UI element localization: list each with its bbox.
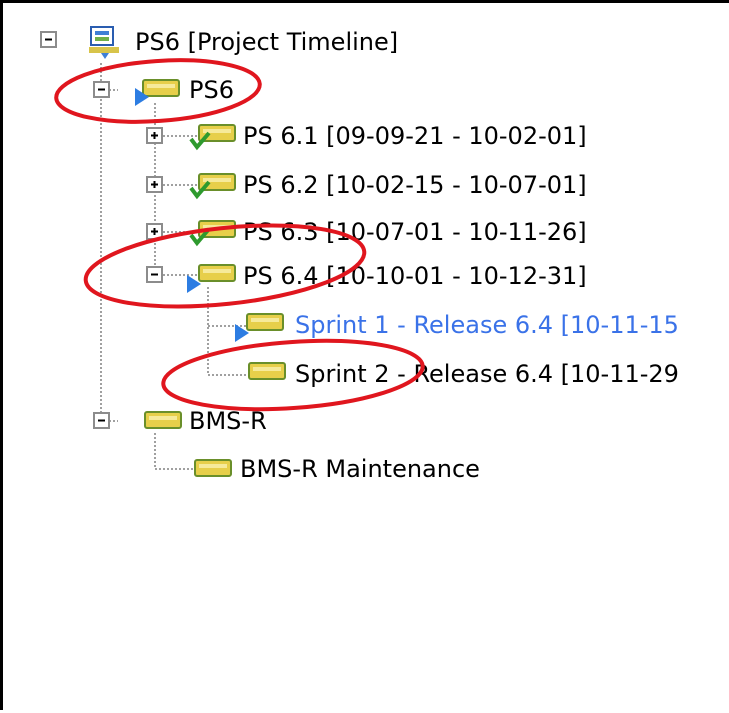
tree-item-sprint-1[interactable]: Sprint 1 - Release 6.4 [10-11-15	[295, 310, 679, 340]
tree-guide-lines	[100, 63, 251, 470]
ps62-expand-toggle[interactable]	[146, 176, 163, 193]
active-iteration-icon	[187, 264, 236, 293]
iteration-icon	[248, 362, 286, 380]
active-iteration-icon	[235, 313, 284, 342]
tree-item-ps61[interactable]: PS 6.1 [09-09-21 - 10-02-01]	[243, 121, 587, 151]
root-collapse-toggle[interactable]	[40, 31, 57, 48]
ps61-expand-toggle[interactable]	[146, 127, 163, 144]
active-iteration-icon	[135, 79, 180, 106]
iteration-icon	[144, 411, 182, 429]
ps6-collapse-toggle[interactable]	[93, 81, 110, 98]
bmsr-collapse-toggle[interactable]	[93, 412, 110, 429]
tree-item-project-timeline[interactable]: PS6 [Project Timeline]	[135, 27, 398, 57]
completed-iteration-icon	[189, 173, 236, 200]
tree-item-ps62[interactable]: PS 6.2 [10-02-15 - 10-07-01]	[243, 170, 587, 200]
completed-iteration-icon	[189, 124, 236, 151]
tree-item-ps63[interactable]: PS 6.3 [10-07-01 - 10-11-26]	[243, 217, 587, 247]
iteration-icon	[194, 459, 232, 477]
tree-item-bmsr-maintenance[interactable]: BMS-R Maintenance	[240, 454, 480, 484]
tree-item-ps6[interactable]: PS6	[189, 75, 234, 105]
tree-item-ps64[interactable]: PS 6.4 [10-10-01 - 10-12-31]	[243, 261, 587, 291]
tree-item-sprint-2[interactable]: Sprint 2 - Release 6.4 [10-11-29	[295, 359, 679, 389]
tree-item-bmsr[interactable]: BMS-R	[189, 406, 267, 436]
completed-iteration-icon	[189, 220, 236, 247]
ps63-expand-toggle[interactable]	[146, 223, 163, 240]
tree-panel: PS6 [Project Timeline] PS6 PS 6.1 [09-09…	[0, 0, 729, 710]
project-timeline-icon	[89, 26, 119, 59]
ps64-collapse-toggle[interactable]	[146, 266, 163, 283]
